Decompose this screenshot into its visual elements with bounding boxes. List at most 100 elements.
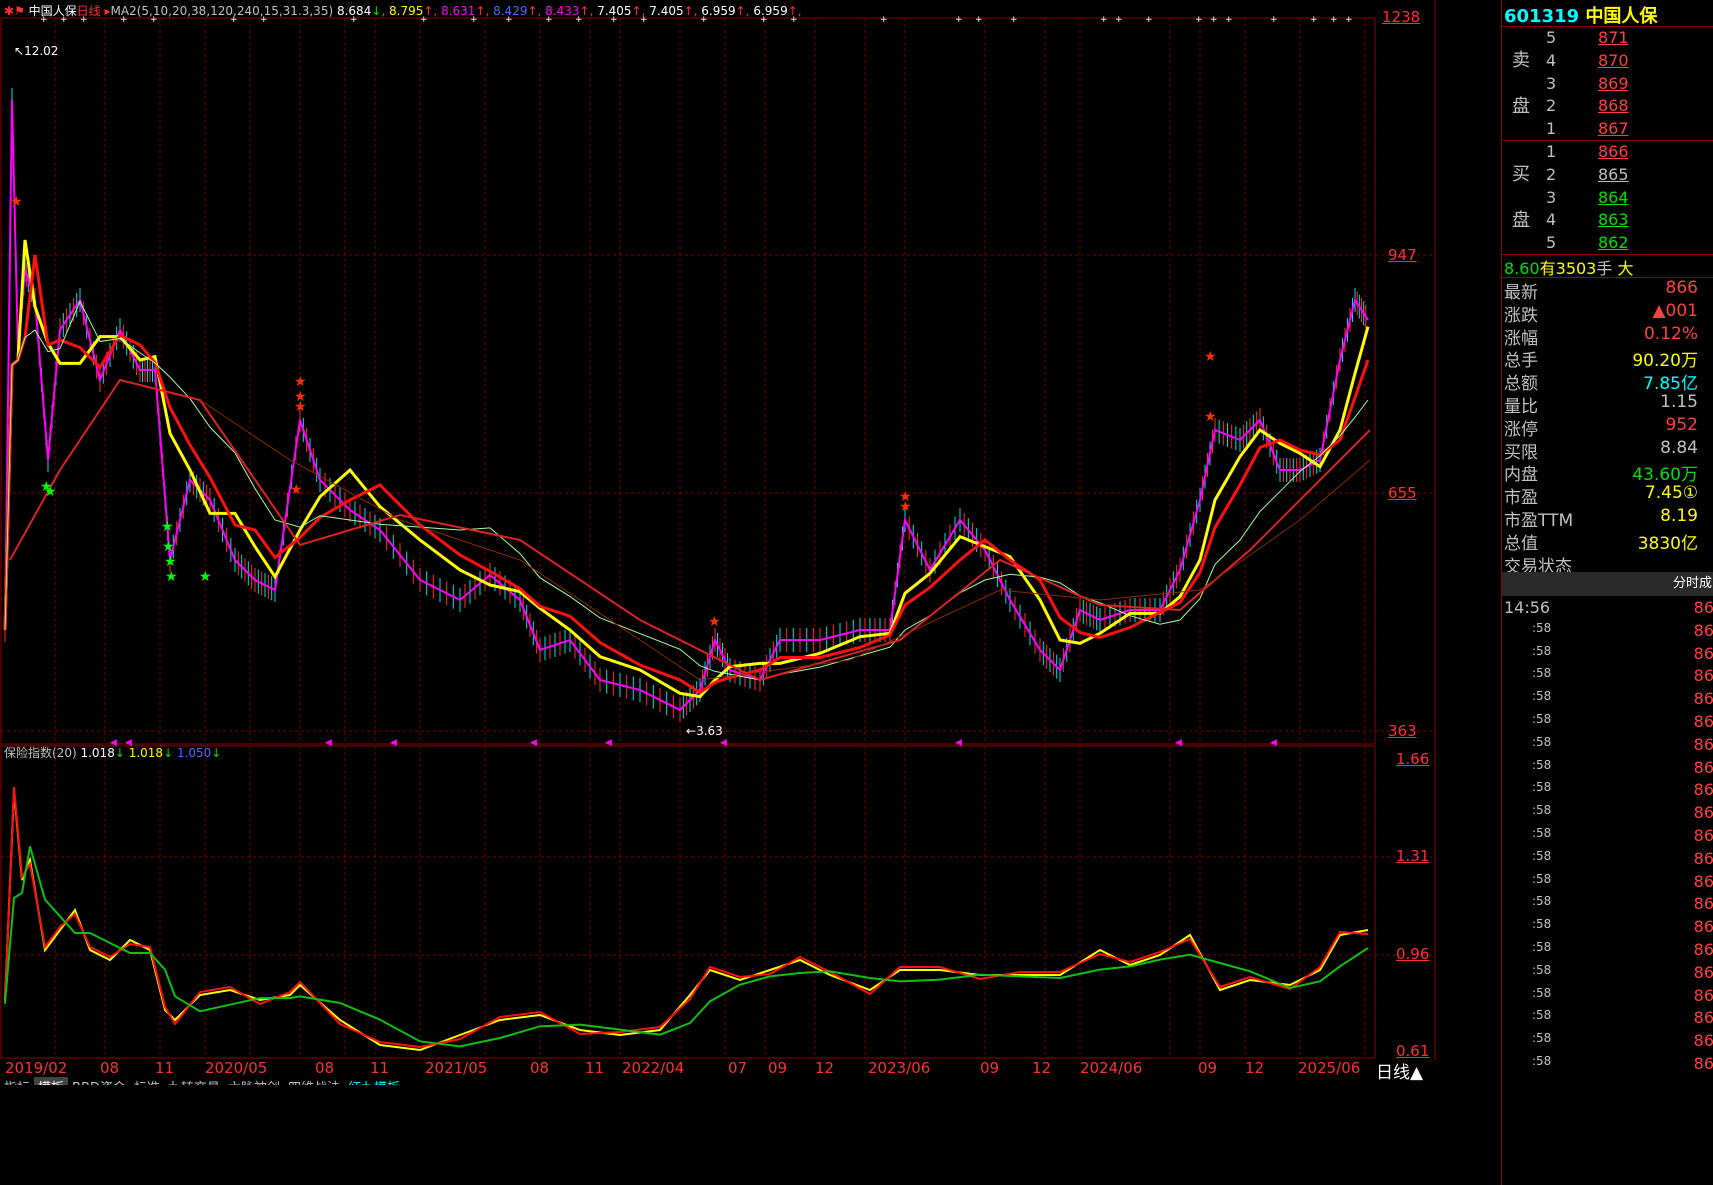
plus-marker: + [1100, 15, 1108, 25]
tick-price: 86 [1693, 894, 1713, 914]
bottom-tab[interactable]: 模板 [34, 1077, 69, 1085]
stat-label: 市盈 [1504, 488, 1538, 509]
tick-price: 86 [1693, 1031, 1713, 1051]
tick-row: :58 86 [1502, 986, 1713, 1008]
moving-average-lines [3, 88, 1371, 722]
main-panel-border [0, 17, 1376, 745]
order-price: 869 [1598, 73, 1629, 93]
triangle-marker: ◀ [1175, 738, 1182, 748]
kline-chart-canvas[interactable]: ★★★★★★★★★★★★★★★★ ★◀ ◀ ◀ ◀ ◀ ◀ ◀ ◀ ◀ ◀+ + + + + + + + + + + + +… [0, 0, 1500, 1185]
date-tick: 11 [370, 1059, 390, 1077]
bottom-tab[interactable]: 九转交易 [164, 1077, 224, 1085]
tick-row: :58 86 [1502, 735, 1713, 757]
tick-row: :58 86 [1502, 849, 1713, 871]
red-star-marker: ★ [294, 399, 307, 415]
triangle-marker: ◀ [720, 738, 727, 748]
triangle-marker: ◀ [955, 738, 962, 748]
stat-value: 1.15 [1660, 392, 1698, 412]
green-star-marker: ★ [165, 569, 178, 585]
ma-value-8: 6.959↑, [749, 4, 802, 18]
plus-marker: + [1345, 15, 1353, 25]
order-price: 865 [1598, 164, 1629, 184]
date-tick: 08 [530, 1059, 550, 1077]
date-tick: 2019/02 [5, 1059, 68, 1077]
tick-price: 86 [1693, 643, 1713, 663]
tick-price: 86 [1693, 598, 1713, 617]
tick-time: :58 [1532, 780, 1552, 795]
red-star-marker: ★ [1204, 349, 1217, 365]
ma-value-1: 8.795↑, [385, 4, 438, 18]
stat-label: 量比 [1504, 397, 1538, 417]
tick-time: :58 [1532, 712, 1552, 726]
plus-marker: + [1010, 15, 1018, 25]
tick-row: :58 86 [1502, 963, 1713, 985]
stat-value: 7.85亿 [1643, 374, 1698, 395]
stock-name-title: 中国人保 [1585, 6, 1658, 27]
triangle-marker: ◀ [530, 738, 537, 748]
stat-label: 总手 [1504, 351, 1538, 372]
plus-marker: + [1195, 15, 1203, 25]
tick-header: 分时成 [1502, 572, 1713, 596]
price-tick-655: 655 [1388, 484, 1417, 502]
indicator-values: 1.018↓ 1.018↓ 1.050↓ [80, 746, 221, 760]
tick-price: 86 [1693, 962, 1713, 982]
tick-time: :58 [1532, 1008, 1552, 1023]
tick-row: :58 86 [1502, 1008, 1713, 1030]
bottom-tab[interactable]: 四维战法 [284, 1077, 344, 1085]
indicator-lines [4, 786, 1369, 1052]
plus-marker: + [955, 15, 963, 25]
tick-row: :58 86 [1502, 712, 1713, 734]
tick-time: 14:56 [1504, 598, 1551, 617]
order-level: 1 [1546, 142, 1557, 161]
signal-markers: ★★★★★★★★★★★★★★★★ ★◀ ◀ ◀ ◀ ◀ ◀ ◀ ◀ ◀ ◀+ + + + + + + + + + + + +… [10, 15, 1353, 748]
bottom-tab-bar: 指标模板BBD资金标准九转交易六脉神剑四维战法红九模板 [0, 1077, 1374, 1085]
order-level: 4 [1546, 50, 1557, 70]
stat-label: 市盈TTM [1504, 511, 1574, 531]
stock-name: 中国人保 [28, 4, 77, 18]
tick-price: 86 [1693, 712, 1713, 731]
tick-row: :58 86 [1502, 780, 1713, 802]
max-price-annotation: ↖12.02 [14, 44, 59, 58]
bottom-tab[interactable]: 红九模板 [344, 1077, 404, 1085]
bottom-tab[interactable]: 标准 [130, 1077, 164, 1085]
triangle-marker: ◀ [390, 738, 397, 748]
ma-value-0: 8.684↓, [336, 4, 386, 18]
tick-price: 86 [1693, 917, 1713, 937]
period-label: 日线 [76, 4, 101, 18]
plus-marker: + [1145, 15, 1153, 25]
red-star-marker: ★ [1204, 409, 1217, 425]
order-book-row: 4 870 [1502, 51, 1713, 73]
plus-marker: + [1270, 15, 1278, 25]
ma-value-6: 7.405↑, [645, 4, 698, 18]
date-tick: 07 [728, 1059, 748, 1077]
order-book-row: 1 866 [1502, 142, 1713, 164]
date-tick: 2020/05 [205, 1059, 268, 1077]
tick-time: :58 [1532, 917, 1552, 932]
tick-time: :58 [1532, 643, 1552, 658]
tick-price: 86 [1693, 734, 1713, 754]
tick-row: :58 86 [1502, 689, 1713, 711]
order-price: 868 [1598, 96, 1629, 116]
order-price: 863 [1598, 210, 1629, 230]
order-book-row: 4 863 [1502, 210, 1713, 232]
order-level: 5 [1546, 28, 1557, 47]
bottom-tab[interactable]: BBD资金 [68, 1077, 130, 1085]
kline-chart-area[interactable]: ★ ★ ★ ★ ★ ★ ★ ★ ★ ★ ★ ★ ★ ★ ★ ★ ★ ◀ ◀ ◀ ◀ ◀ ◀ ◀ ◀ ◀ ◀ + + + + + + + + + + + + +… [0, 0, 1500, 1185]
tick-time: :58 [1532, 940, 1552, 954]
bottom-tab[interactable]: 六脉神剑 [224, 1077, 284, 1085]
date-tick: 12 [1245, 1059, 1265, 1077]
bottom-tab[interactable]: 指标 [0, 1077, 34, 1085]
stat-row: 内盘 43.60万 [1502, 460, 1713, 485]
ind-tick-3: 0.96 [1396, 945, 1430, 963]
period-button[interactable]: 日线▲ [1376, 1058, 1424, 1083]
stock-code: 601319 [1504, 6, 1580, 27]
order-level: 4 [1546, 210, 1557, 230]
date-tick: 2024/06 [1080, 1059, 1143, 1077]
stat-value: 8.84 [1660, 437, 1698, 458]
tick-price: 86 [1693, 871, 1713, 891]
date-tick: 09 [980, 1059, 1000, 1077]
plus-marker: + [1330, 15, 1338, 25]
red-star-marker: ★ [290, 482, 303, 498]
stat-value: ▲001 [1652, 300, 1698, 321]
stat-label: 总值 [1504, 533, 1538, 554]
